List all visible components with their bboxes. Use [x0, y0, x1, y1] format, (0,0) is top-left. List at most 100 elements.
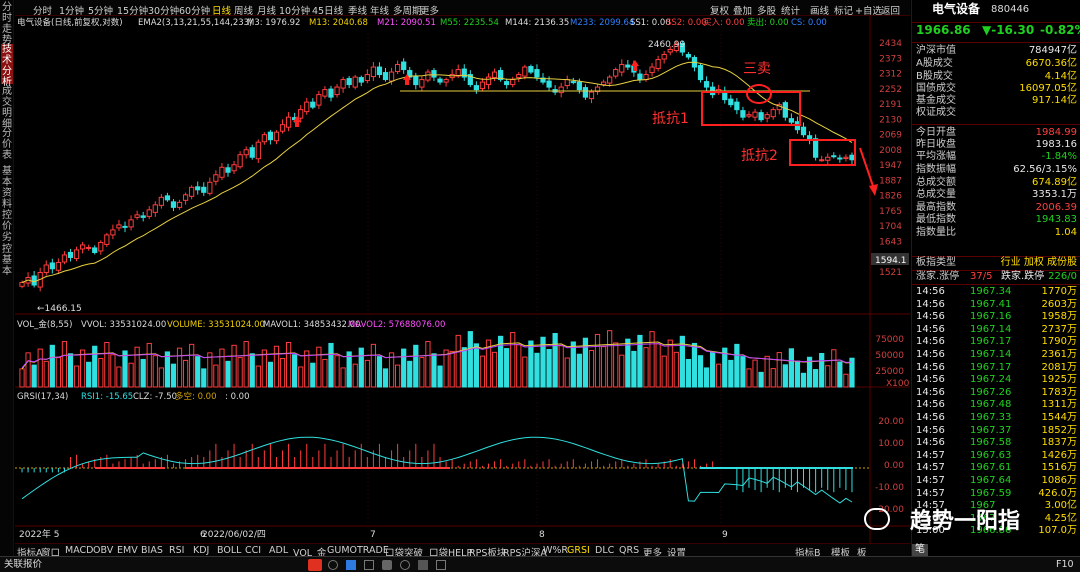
- candle-body: [522, 66, 528, 77]
- price-tick: 1521: [879, 268, 902, 278]
- period-tab[interactable]: 更多: [420, 3, 439, 17]
- period-tab[interactable]: 45日线: [312, 3, 343, 17]
- candle-body: [703, 81, 710, 88]
- quote-field-value: 1.04: [1054, 227, 1077, 238]
- volume-bar: [225, 360, 231, 388]
- quote-field: 指数量比 1.04: [912, 228, 1080, 241]
- candle-body: [201, 186, 207, 193]
- toolbar-button[interactable]: 标记: [834, 3, 853, 17]
- volume-bar: [376, 356, 383, 388]
- indicator-tab[interactable]: QRS: [619, 545, 639, 556]
- candle-body: [225, 167, 231, 173]
- period-tab[interactable]: 日线: [212, 3, 231, 17]
- candle-body: [207, 181, 213, 194]
- tick-volume: 107.0万: [1038, 525, 1077, 537]
- taskbar-circle-icon[interactable]: [328, 560, 338, 570]
- candle-body: [770, 109, 776, 118]
- left-nav-item[interactable]: 分价表: [1, 128, 13, 164]
- indicator-tab[interactable]: GUMOTRADE: [327, 545, 389, 556]
- volume-bar: [128, 362, 134, 388]
- high-label: 2460.99: [648, 40, 685, 50]
- left-nav-item[interactable]: 成交明细: [1, 86, 13, 130]
- indicator-tab[interactable]: CCI: [245, 545, 261, 556]
- volume-bar: [746, 368, 752, 388]
- toolbar-button[interactable]: 复权: [710, 3, 729, 17]
- period-tab[interactable]: 5分钟: [88, 3, 113, 17]
- volume-bar: [552, 332, 558, 388]
- pan-tab[interactable]: 笔: [912, 544, 928, 556]
- indicator-tab[interactable]: MACD: [65, 545, 93, 556]
- volume-bar: [522, 356, 528, 388]
- linked-quote-label[interactable]: 关联报价: [4, 560, 42, 570]
- stock-code: 880446: [991, 4, 1030, 15]
- left-nav-item[interactable]: 控基本: [1, 244, 13, 277]
- taskbar-ring-icon[interactable]: [400, 560, 410, 570]
- period-tab[interactable]: 10分钟: [279, 3, 310, 17]
- volume-bar: [86, 361, 92, 388]
- taskbar-box-icon[interactable]: [418, 560, 428, 570]
- indicator-tab[interactable]: BOLL: [217, 545, 241, 556]
- tick-price: 1967.26: [970, 386, 1012, 398]
- indicator-tab[interactable]: EMV: [117, 545, 138, 556]
- candle-body: [588, 91, 595, 100]
- volume-bar: [504, 348, 510, 388]
- toolbar-button[interactable]: +自选: [855, 3, 882, 17]
- period-tab[interactable]: 多周期: [393, 3, 422, 17]
- volume-bar: [625, 338, 631, 388]
- toolbar-button[interactable]: 统计: [781, 3, 800, 17]
- period-tab[interactable]: 月线: [257, 3, 276, 17]
- left-nav-item[interactable]: 技术分析: [1, 44, 13, 88]
- toolbar-button[interactable]: 画线: [810, 3, 829, 17]
- taskbar-blue-icon[interactable]: [346, 560, 356, 570]
- toolbar-button[interactable]: 多股: [757, 3, 776, 17]
- quote-field-value: 3353.1万: [1032, 189, 1077, 200]
- tick-volume: 1086万: [1041, 475, 1077, 486]
- period-tab[interactable]: 15分钟: [117, 3, 148, 17]
- candle-body: [413, 75, 419, 86]
- volume-bar: [298, 366, 304, 388]
- tick-volume: 1770万: [1041, 286, 1077, 297]
- indicator-tab[interactable]: BIAS: [141, 545, 163, 556]
- volume-bar: [425, 341, 431, 388]
- left-nav-item[interactable]: 基本资料: [1, 166, 13, 210]
- candle-body: [346, 78, 352, 86]
- indicator-tab[interactable]: W%R: [543, 545, 568, 556]
- indicator-tab[interactable]: DLC: [595, 545, 614, 556]
- taskbar-square-icon[interactable]: [364, 560, 374, 570]
- candle-body: [298, 109, 304, 119]
- period-tab[interactable]: 30分钟: [148, 3, 179, 17]
- left-nav-item[interactable]: 控价劣: [1, 210, 13, 243]
- taskbar-gray-icon[interactable]: [382, 560, 392, 570]
- taskbar-s-icon[interactable]: [308, 559, 322, 571]
- period-tab[interactable]: 季线: [348, 3, 367, 17]
- quote-field-label: 总成交额: [916, 177, 956, 188]
- main-legend-item: 买入: 0.00: [703, 18, 745, 28]
- main-legend-item: M3: 1976.92: [247, 18, 300, 28]
- sector-type-value[interactable]: 行业 加权 成份股: [1001, 258, 1077, 268]
- toolbar-button[interactable]: 叠加: [733, 3, 752, 17]
- indicator-tab[interactable]: OBV: [93, 545, 113, 556]
- candle-body: [358, 77, 364, 83]
- f10-button[interactable]: F10: [1056, 560, 1074, 570]
- chart-area[interactable]: 电气设备(日线,前复权,对数) EMA2(3,13,21,55,144,233)M…: [15, 16, 910, 543]
- quote-field-value: 917.14亿: [1032, 95, 1077, 106]
- volume-bar: [401, 348, 407, 388]
- volume-legend-item: MAVOL1: 34853432.00: [263, 320, 360, 330]
- period-tab[interactable]: 年线: [370, 3, 389, 17]
- main-legend-item: M55: 2235.54: [440, 18, 499, 28]
- period-tab[interactable]: 1分钟: [59, 3, 84, 17]
- taskbar-frame-icon[interactable]: [436, 560, 446, 570]
- indicator-tab[interactable]: RSI: [169, 545, 184, 556]
- toolbar-button[interactable]: 返回: [881, 3, 900, 17]
- candle-body: [558, 86, 564, 94]
- indicator-tab[interactable]: KDJ: [193, 545, 209, 556]
- period-tab[interactable]: 周线: [234, 3, 253, 17]
- period-tab[interactable]: 分时: [33, 3, 52, 17]
- indicator-tab[interactable]: GRSI: [567, 545, 590, 556]
- tick-price: 1967.17: [970, 361, 1012, 373]
- indicator-tab[interactable]: ADL: [269, 545, 288, 556]
- left-nav-item[interactable]: 分时走势: [1, 2, 13, 46]
- volume-bar: [703, 367, 710, 388]
- volume-bar: [116, 366, 122, 388]
- period-tab[interactable]: 60分钟: [179, 3, 210, 17]
